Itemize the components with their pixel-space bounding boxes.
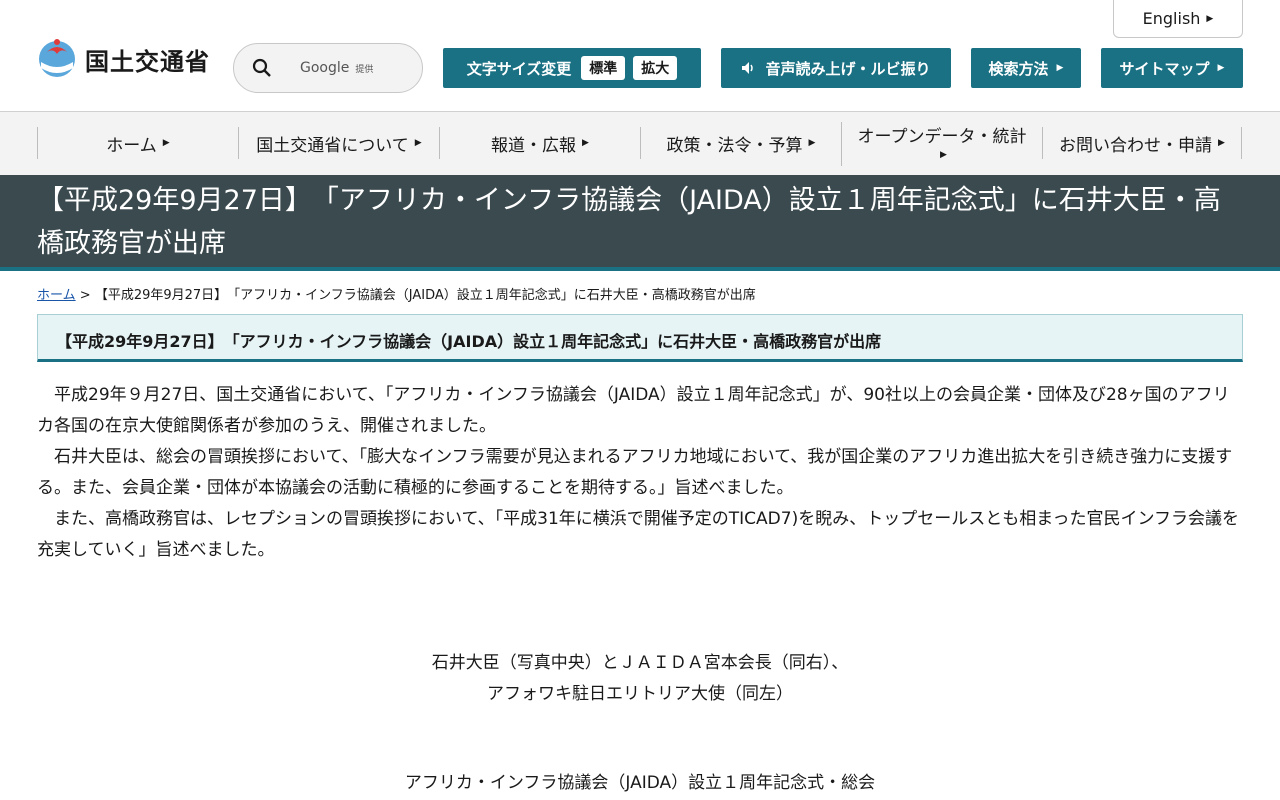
nav-item-contact[interactable]: お問い合わせ・申請 ▶ xyxy=(1042,127,1242,159)
caption-line: 石井大臣（写真中央）とＪＡＩＤＡ宮本会長（同右）、 xyxy=(431,653,849,673)
triangle-right-icon: ▶ xyxy=(808,138,816,148)
page-title-band: 【平成29年9月27日】 「アフリカ・インフラ協議会（JAIDA）設立１周年記念… xyxy=(0,175,1280,271)
section-heading: 【平成29年9月27日】 「アフリカ・インフラ協議会（JAIDA）設立１周年記念… xyxy=(37,314,1243,362)
nav-item-about[interactable]: 国土交通省について ▶ xyxy=(238,127,439,159)
photo-caption-2: アフリカ・インフラ協議会（JAIDA）設立１周年記念式・総会 xyxy=(404,773,876,793)
nav-item-label: 報道・広報 xyxy=(491,135,577,156)
triangle-right-icon: ▶ xyxy=(162,138,170,148)
sitemap-button[interactable]: サイトマップ ▶ xyxy=(1101,48,1243,88)
nav-item-label: オープンデータ・統計 xyxy=(857,127,1027,147)
english-button[interactable]: English ▶ xyxy=(1113,0,1243,38)
global-nav: ホーム ▶ 国土交通省について ▶ 報道・広報 ▶ 政策・法令・予算 ▶ オープンデータ… xyxy=(0,112,1280,175)
text-size-control: 文字サイズ変更 標準 拡大 xyxy=(443,48,701,88)
text-size-standard-button[interactable]: 標準 xyxy=(581,56,626,80)
search-method-button[interactable]: 検索方法 ▶ xyxy=(971,48,1081,88)
voice-ruby-button[interactable]: 音声読み上げ・ルビ振り xyxy=(721,48,951,88)
breadcrumb-current: 【平成29年9月27日】 「アフリカ・インフラ協議会（JAIDA）設立１周年記念… xyxy=(94,288,756,303)
nav-item-label: お問い合わせ・申請 xyxy=(1059,135,1213,156)
nav-item-label: ホーム xyxy=(106,135,157,156)
breadcrumb: ホーム > 【平成29年9月27日】 「アフリカ・インフラ協議会（JAIDA）設… xyxy=(37,284,756,303)
voice-label: 音声読み上げ・ルビ振り xyxy=(765,59,931,78)
nav-item-label: 国土交通省について xyxy=(256,135,409,156)
triangle-right-icon: ▶ xyxy=(1056,63,1064,73)
page-title: 【平成29年9月27日】 「アフリカ・インフラ協議会（JAIDA）設立１周年記念… xyxy=(37,185,1221,259)
search-method-label: 検索方法 xyxy=(988,59,1049,78)
nav-item-press[interactable]: 報道・広報 ▶ xyxy=(439,127,640,159)
photo-caption-1: 石井大臣（写真中央）とＪＡＩＤＡ宮本会長（同右）、 アフォワキ駐日エリトリア大使… xyxy=(0,648,1280,710)
article-paragraph: また、高橋政務官は、レセプションの冒頭挨拶において、「平成31年に横浜で開催予定… xyxy=(37,509,1240,560)
nav-item-home[interactable]: ホーム ▶ xyxy=(37,127,238,159)
article-paragraph: 石井大臣は、総会の冒頭挨拶において、「膨大なインフラ需要が見込まれるアフリカ地域… xyxy=(37,447,1233,498)
nav-item-policy[interactable]: 政策・法令・予算 ▶ xyxy=(640,127,841,159)
nav-item-opendata[interactable]: オープンデータ・統計 ▶ xyxy=(841,122,1042,166)
caption-line: アフォワキ駐日エリトリア大使（同左） xyxy=(487,684,793,704)
speaker-icon xyxy=(742,62,754,74)
article-body: 平成29年９月27日、国土交通省において、「アフリカ・インフラ協議会（JAIDA… xyxy=(37,380,1243,566)
sitemap-label: サイトマップ xyxy=(1119,59,1210,78)
search-provider-suffix: 提供 xyxy=(355,64,374,75)
text-size-label: 文字サイズ変更 xyxy=(466,59,572,78)
triangle-right-icon: ▶ xyxy=(1218,138,1225,148)
triangle-right-icon: ▶ xyxy=(940,150,947,160)
triangle-right-icon: ▶ xyxy=(414,138,422,148)
mlit-logo-icon xyxy=(39,39,75,77)
logo-text: 国土交通省 xyxy=(85,47,210,76)
triangle-right-icon: ▶ xyxy=(1206,13,1214,24)
site-header: 国土交通省 Google 提供 English ▶ 文字サイズ変更 標準 拡大 … xyxy=(0,0,1280,112)
breadcrumb-separator: > xyxy=(79,288,91,303)
triangle-right-icon: ▶ xyxy=(582,138,589,148)
site-logo[interactable]: 国土交通省 xyxy=(37,38,210,80)
english-label: English xyxy=(1142,9,1201,28)
breadcrumb-home-link[interactable]: ホーム xyxy=(37,288,76,303)
search-icon xyxy=(252,58,271,77)
text-size-large-button[interactable]: 拡大 xyxy=(633,56,678,80)
triangle-right-icon: ▶ xyxy=(1217,63,1225,73)
nav-item-label: 政策・法令・予算 xyxy=(666,135,803,156)
article-paragraph: 平成29年９月27日、国土交通省において、「アフリカ・インフラ協議会（JAIDA… xyxy=(37,385,1230,436)
search-provider: Google xyxy=(300,60,350,76)
search-input[interactable]: Google 提供 xyxy=(233,43,423,93)
